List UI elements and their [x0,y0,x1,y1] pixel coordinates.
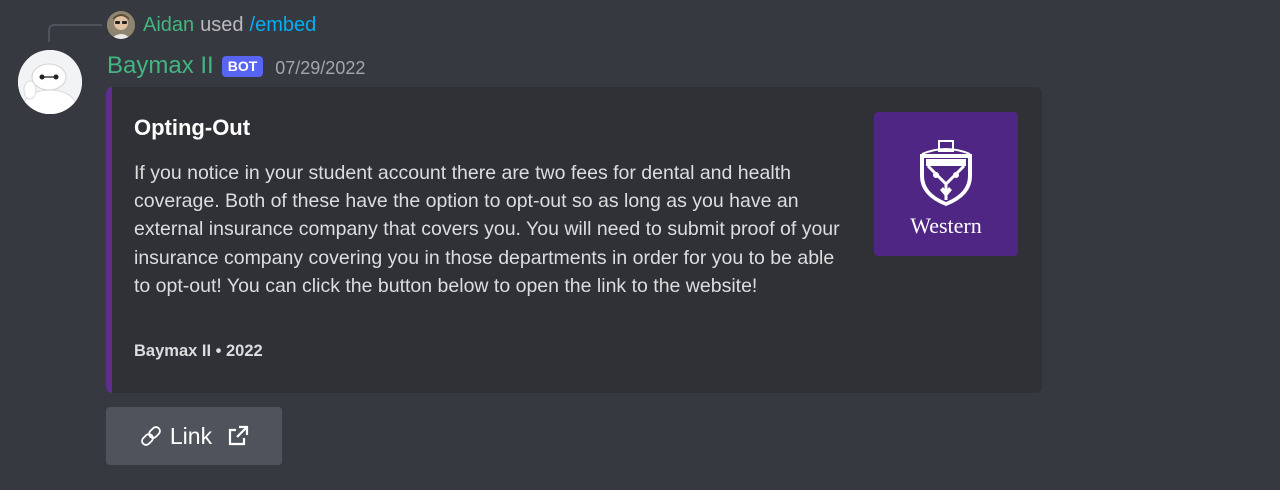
western-crest-icon [918,140,974,211]
embed-thumbnail[interactable]: Western [874,112,1018,256]
link-chain-icon [138,423,164,449]
western-wordmark: Western [910,213,982,238]
link-button-label: Link [169,422,213,449]
reply-used-text: used [200,13,244,36]
reply-username[interactable]: Aidan [143,14,194,37]
embed-title: Opting-Out [134,115,251,140]
link-button[interactable]: Link [106,407,282,465]
bot-badge: BOT [221,55,264,77]
message-header: Baymax II BOT 07/29/2022 [107,50,365,82]
external-link-icon [226,424,250,448]
reply-reference[interactable]: Aidan used /embed [107,11,316,39]
reply-user-avatar[interactable] [107,11,135,39]
reply-connector [48,24,102,42]
embed-footer: Baymax II • 2022 [134,342,263,360]
embed-description: If you notice in your student account th… [134,162,840,297]
author-username[interactable]: Baymax II [107,52,214,80]
message-timestamp: 07/29/2022 [275,57,366,78]
chat-message: Aidan used /embed Baymax II BOT 07/29/20… [0,0,1280,490]
rich-embed: Opting-Out If you notice in your student… [106,87,1042,393]
bot-avatar[interactable] [18,50,82,114]
reply-command[interactable]: /embed [250,14,317,37]
